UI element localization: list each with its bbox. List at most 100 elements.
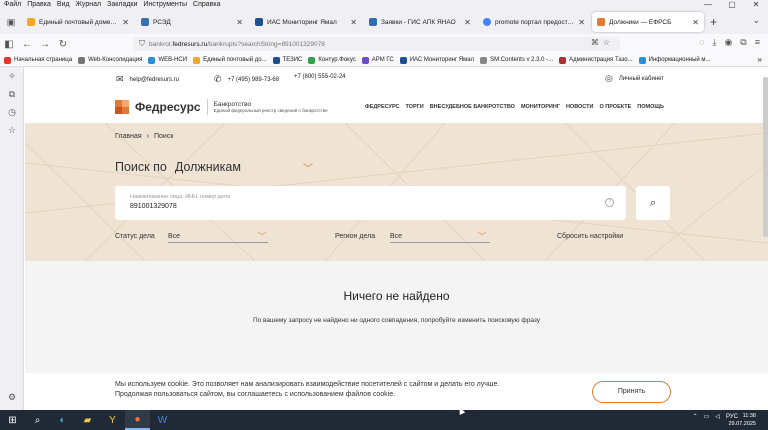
new-tab-icon[interactable]: + [710,15,717,29]
email-link[interactable]: ✉ help@fedresurs.ru [116,74,179,85]
bookmark-item[interactable]: Контур.Фокус [308,56,356,64]
history-icon[interactable]: ◷ [0,103,24,121]
tab-efrsb[interactable]: Должники — ЕФРСБ ✕ [592,12,704,32]
nav-help[interactable]: ПОМОЩЬ [637,104,664,110]
tab-ias[interactable]: ИАС Мониторинг Ямал ✕ [250,12,362,32]
download-icon[interactable]: ⤓ [712,37,716,48]
back-icon[interactable]: ← [18,39,36,50]
edge-icon[interactable]: ◐ [50,410,75,430]
bookmark-item[interactable]: Web-Консолидация [78,56,142,64]
web-page: ✉ help@fedresurs.ru ✆ +7 (495) 989-73-68 +… [25,67,768,410]
minimize-icon[interactable]: — [696,0,720,10]
url-bar[interactable]: ⛉ bankrot. fedresurs.ru/bankrupts?searchS… [133,37,620,51]
accept-cookie-button[interactable]: Принять [592,381,671,403]
account-icon[interactable]: ◉ [724,37,732,48]
menu-tools[interactable]: Инструменты [143,0,187,10]
extensions-icon[interactable]: ⧉ [740,37,746,48]
bookmark-item[interactable]: ИАС Мониторинг Ямал [399,56,474,64]
close-tab-icon[interactable]: ✕ [578,18,585,27]
search-target-select[interactable]: Должникам [175,160,241,174]
firefox-icon[interactable]: ● [125,410,150,430]
status-filter-select[interactable]: Все [168,233,268,243]
tab-list-icon[interactable]: ▣ [0,10,22,34]
ai-chat-icon[interactable]: ✧ [0,67,24,85]
close-tab-icon[interactable]: ✕ [464,18,471,27]
bookmark-item[interactable]: ТЕЗИС [272,56,302,64]
search-input[interactable]: Наименование лица, ИНН, номер дела 89100… [115,186,626,220]
pocket-icon[interactable]: ◌ [699,37,704,48]
site-logo[interactable]: Федресурс Банкротство Единый федеральный… [115,99,328,115]
chevron-down-icon[interactable]: ﹀ [303,160,313,175]
tab-favicon [27,18,35,26]
chevron-down-icon[interactable]: ﹀ [478,231,486,242]
nav-torgi[interactable]: ТОРГИ [405,104,423,110]
menu-history[interactable]: Журнал [76,0,102,10]
network-icon[interactable]: ▭ [704,413,710,420]
nav-about[interactable]: О ПРОЕКТЕ [599,104,631,110]
bookmark-item[interactable]: WEB-НСИ [148,56,187,64]
bookmark-item[interactable]: SM:Contents v 2.3.0 -... [480,56,553,64]
account-link[interactable]: ◎ Личный кабинет [605,73,664,84]
bookmark-item[interactable]: Информационный м... [638,56,711,64]
close-tab-icon[interactable]: ✕ [236,18,243,27]
tab-rsed[interactable]: РСЭД ✕ [136,12,248,32]
windows-start-icon[interactable]: ⊞ [0,410,25,430]
search-button[interactable]: ⌕ [636,186,670,220]
bookmark-item[interactable]: АРМ ГС [361,56,394,64]
bookmark-item[interactable]: Администрация Тазо... [559,56,633,64]
page-scrollbar[interactable] [763,77,768,237]
synced-tabs-icon[interactable]: ⧉ [0,85,24,103]
browser-sidebar: ✧ ⧉ ◷ ☆ ⚙ [0,67,24,410]
bookmark-favicon [480,56,488,64]
list-all-tabs-icon[interactable]: ⌄ [752,15,760,26]
menu-view[interactable]: Вид [57,0,70,10]
maximize-icon[interactable]: ▢ [720,0,744,10]
word-icon[interactable]: W [150,410,175,430]
file-explorer-icon[interactable]: ▰ [75,410,100,430]
region-filter-select[interactable]: Все [390,233,490,243]
search-value[interactable]: 891001329078 [130,203,177,210]
close-tab-icon[interactable]: ✕ [692,18,699,27]
tab-favicon [141,18,149,26]
close-window-icon[interactable]: ✕ [744,0,768,10]
logo-divider [206,99,208,115]
reload-icon[interactable]: ↻ [54,39,72,50]
bookmark-item[interactable]: Единый почтовый до... [193,56,267,64]
bookmarks-overflow-icon[interactable]: » [758,55,762,64]
reset-filters-link[interactable]: Сбросить настройки [557,233,623,240]
nav-vnesudebnoe[interactable]: ВНЕСУДЕБНОЕ БАНКРОТСТВО [430,104,515,110]
tab-favicon [255,18,263,26]
menu-help[interactable]: Справка [193,0,220,10]
breadcrumb-home[interactable]: Главная [115,133,142,140]
bookmarks-icon[interactable]: ☆ [0,121,24,139]
bookmark-item[interactable]: Начальная страница [4,56,72,64]
translate-bookmark-icons[interactable]: ⌘☆ [591,38,614,47]
nav-news[interactable]: НОВОСТИ [566,104,594,110]
yandex-browser-icon[interactable]: Y [100,410,125,430]
close-tab-icon[interactable]: ✕ [350,18,357,27]
info-icon[interactable]: ? [605,198,614,207]
tab-promote[interactable]: promote портал предоставле...✕ [478,12,590,32]
menu-bookmarks[interactable]: Закладки [107,0,137,10]
nav-monitoring[interactable]: МОНИТОРИНГ [521,104,560,110]
menu-icon[interactable]: ≡ [755,37,760,48]
phone-link[interactable]: ✆ +7 (495) 989-73-68 [214,74,279,85]
phone-link-2[interactable]: +7 (800) 555-02-24 [294,74,346,80]
tray-chevron-icon[interactable]: ⌃ [693,413,698,420]
sidebar-settings-icon[interactable]: ⚙ [0,388,24,406]
chevron-down-icon[interactable]: ﹀ [258,231,266,242]
region-filter-label: Регион дела [335,233,376,240]
shield-icon[interactable]: ⛉ [139,39,145,49]
tab-pochta[interactable]: Единый почтовый домен ЯНАО✕ [22,12,134,32]
close-tab-icon[interactable]: ✕ [122,18,129,27]
clock[interactable]: 11:38 29.07.2025 [728,412,756,428]
menu-file[interactable]: Файл [4,0,21,10]
nav-fedresurs[interactable]: ФЕДРЕСУРС [365,104,399,110]
volume-icon[interactable]: ◁ [715,413,720,420]
tab-gis-apk[interactable]: Заявки - ГИС АПК ЯНАО ✕ [364,12,476,32]
chevron-right-icon: › [146,133,149,140]
sidebar-toggle-icon[interactable]: ◧ [0,39,18,50]
search-icon[interactable]: ⌕ [25,410,50,430]
forward-icon[interactable]: → [36,39,54,50]
menu-edit[interactable]: Правка [27,0,51,10]
